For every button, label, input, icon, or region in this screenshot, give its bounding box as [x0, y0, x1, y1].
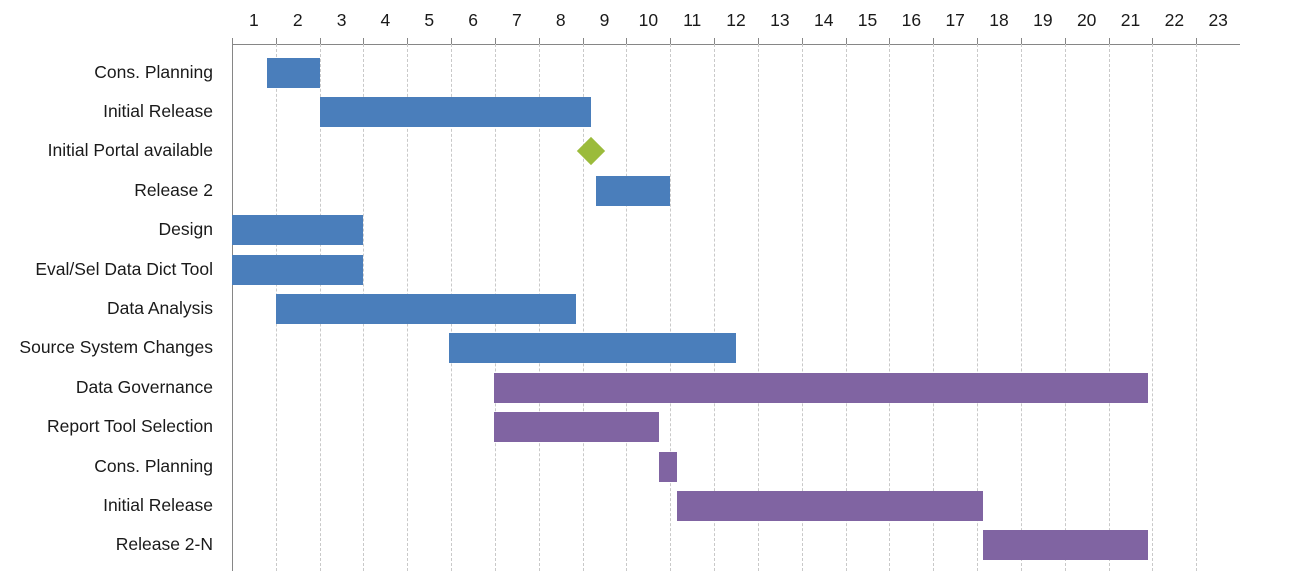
gridline	[670, 44, 672, 571]
category-label: Initial Release	[103, 494, 213, 515]
x-tick-label: 22	[1164, 10, 1185, 30]
category-label: Data Analysis	[106, 297, 213, 318]
task-bar[interactable]	[448, 333, 737, 364]
x-tick-label: 19	[1033, 10, 1053, 30]
x-tick-label: 15	[857, 10, 878, 30]
x-tick-label: 23	[1208, 10, 1228, 30]
task-bar[interactable]	[232, 254, 364, 285]
task-bar[interactable]	[267, 57, 320, 88]
x-tick-label: 14	[813, 10, 834, 30]
category-label: Initial Release	[103, 100, 213, 121]
x-tick-label: 5	[424, 10, 435, 30]
plot-area	[232, 44, 1240, 571]
x-tick-label: 17	[945, 10, 965, 30]
task-bar[interactable]	[494, 372, 1149, 403]
x-tick-label: 4	[380, 10, 391, 30]
task-bar[interactable]	[232, 215, 364, 246]
x-tick-label: 9	[599, 10, 610, 30]
x-tick-label: 11	[683, 10, 702, 30]
task-bar[interactable]	[494, 412, 660, 443]
x-tick-label: 7	[512, 10, 522, 30]
gridline	[626, 44, 628, 571]
category-label: Cons. Planning	[94, 61, 213, 82]
x-tick-label: 8	[555, 10, 566, 30]
task-bar[interactable]	[659, 451, 678, 482]
category-label: Cons. Planning	[94, 455, 213, 476]
category-label: Eval/Sel Data Dict Tool	[35, 258, 213, 279]
x-tick-label: 2	[292, 10, 303, 30]
category-label: Source System Changes	[19, 337, 213, 358]
x-tick-label: 21	[1120, 10, 1141, 30]
gridline	[1152, 44, 1154, 571]
category-label: Design	[158, 219, 213, 240]
category-label: Report Tool Selection	[46, 416, 213, 437]
category-axis: Cons. Planning Initial Release Initial Por…	[0, 0, 224, 587]
x-tick-label: 18	[989, 10, 1009, 30]
x-tick-label: 6	[468, 10, 478, 30]
milestone-marker[interactable]	[577, 137, 606, 166]
x-tick-label: 16	[901, 10, 922, 30]
category-label: Initial Portal available	[47, 140, 213, 161]
task-bar[interactable]	[982, 530, 1149, 561]
gridline	[1020, 44, 1022, 571]
gridline	[1196, 44, 1198, 571]
x-tick-label: 20	[1076, 10, 1097, 30]
task-bar[interactable]	[319, 96, 592, 127]
x-tick-label: 10	[638, 10, 659, 30]
x-tick-label: 1	[249, 10, 259, 30]
task-bar[interactable]	[595, 175, 671, 206]
category-label: Release 2-N	[115, 534, 213, 555]
category-label: Data Governance	[75, 376, 213, 397]
gridline	[1064, 44, 1066, 571]
gridline	[1108, 44, 1110, 571]
task-bar[interactable]	[275, 293, 577, 324]
category-label: Release 2	[134, 179, 213, 200]
gantt-chart: Cons. Planning Initial Release Initial Por…	[0, 0, 1296, 587]
x-tick-label: 3	[336, 10, 347, 30]
x-tick-label: 12	[726, 10, 746, 30]
task-bar[interactable]	[677, 490, 983, 521]
x-tick-label: 13	[770, 10, 790, 30]
